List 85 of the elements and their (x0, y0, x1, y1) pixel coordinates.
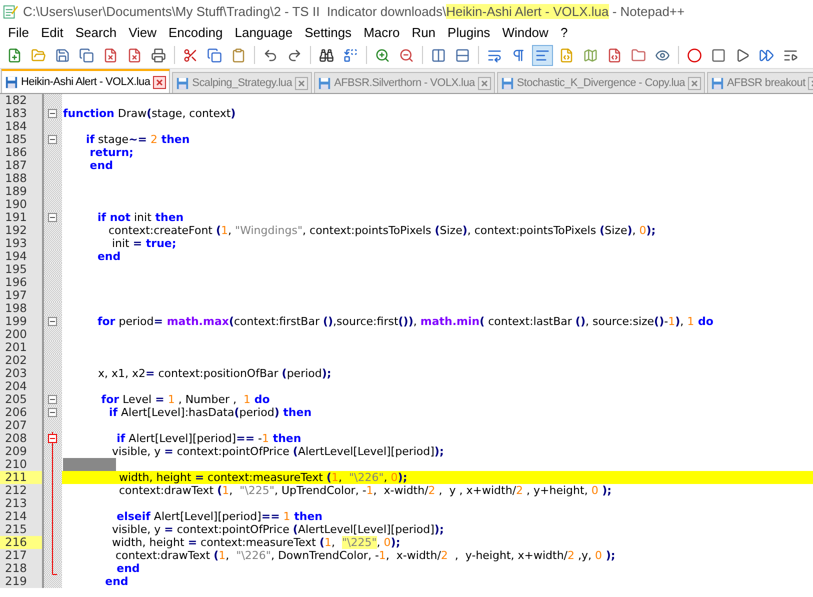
line-number: 204 (0, 380, 42, 393)
line-number: 196 (0, 276, 42, 289)
menu-item[interactable]: Language (228, 24, 299, 40)
menu-item[interactable]: Window (496, 24, 554, 40)
line-number: 214 (0, 510, 42, 523)
line-number: 207 (0, 419, 42, 432)
fold-margin (42, 341, 62, 354)
line-number: 199 (0, 315, 42, 328)
line-number: 215 (0, 523, 42, 536)
line-number: 216 (0, 536, 42, 549)
line-number: 192 (0, 224, 42, 237)
menu-item[interactable]: View (122, 24, 163, 40)
line-number: 203 (0, 367, 42, 380)
menu-item[interactable]: Macro (358, 24, 406, 40)
fold-margin (42, 354, 62, 367)
line-number: 212 (0, 484, 42, 497)
floppy-icon (176, 76, 190, 90)
fold-margin (42, 172, 62, 185)
menu-item[interactable]: Run (406, 24, 442, 40)
line-number: 213 (0, 497, 42, 510)
menu-item[interactable]: Settings (298, 24, 358, 40)
fold-margin (42, 263, 62, 276)
fold-margin (42, 237, 62, 250)
line-number: 184 (0, 120, 42, 133)
fold-toggle[interactable] (48, 434, 57, 443)
fold-margin (42, 250, 62, 263)
file-tab[interactable]: Stochastic_K_Divergence - Copy.lua (496, 72, 705, 93)
line-number: 198 (0, 302, 42, 315)
line-number: 183 (0, 107, 42, 120)
menu-item[interactable]: ? (554, 24, 574, 40)
line-number: 189 (0, 185, 42, 198)
line-number: 190 (0, 198, 42, 211)
floppy-icon (500, 76, 514, 90)
line-number: 218 (0, 562, 42, 575)
fold-margin (42, 159, 62, 172)
line-number: 210 (0, 458, 42, 471)
close-tab-button[interactable] (295, 76, 308, 90)
fold-toggle[interactable] (48, 109, 57, 118)
file-tab[interactable]: AFBSR.Silverthorn - VOLX.lua (314, 72, 495, 93)
file-tab[interactable]: Scalping_Strategy.lua (172, 72, 312, 93)
fold-toggle[interactable] (48, 213, 57, 222)
indent-guide-icon[interactable] (532, 44, 553, 66)
line-number: 205 (0, 393, 42, 406)
fold-toggle[interactable] (48, 395, 57, 404)
fold-toggle[interactable] (48, 317, 57, 326)
line-number: 194 (0, 250, 42, 263)
line-number: 201 (0, 341, 42, 354)
line-number: 208 (0, 432, 42, 445)
line-number: 202 (0, 354, 42, 367)
close-tab-button[interactable] (153, 76, 166, 88)
line-number: 200 (0, 328, 42, 341)
window-title: C:\Users\user\Documents\My Stuff\Trading\2 - TS II Indicator downloads\Heikin-Ashi Alert - VOLX.lua - Notepad++ (23, 4, 685, 18)
fold-toggle[interactable] (48, 408, 57, 417)
menu-item[interactable]: File (2, 24, 35, 40)
fold-margin (42, 367, 62, 380)
close-tab-button[interactable] (478, 76, 491, 90)
fold-margin (42, 276, 62, 289)
line-number: 217 (0, 549, 42, 562)
file-tab[interactable]: Heikin-Ashi Alert - VOLX.lua (1, 69, 170, 93)
line-number: 186 (0, 146, 42, 159)
line-number: 209 (0, 445, 42, 458)
line-number: 195 (0, 263, 42, 276)
line-number: 187 (0, 159, 42, 172)
fold-margin (42, 289, 62, 302)
line-number: 193 (0, 237, 42, 250)
floppy-icon (318, 76, 332, 90)
fold-margin (42, 185, 62, 198)
menu-item[interactable]: Encoding (162, 24, 229, 40)
notepad-icon (3, 4, 18, 18)
line-number: 182 (0, 94, 42, 107)
line-number: 219 (0, 575, 42, 588)
menu-item[interactable]: Plugins (442, 24, 496, 40)
line-number: 206 (0, 406, 42, 419)
floppy-icon (5, 76, 18, 88)
line-number: 191 (0, 211, 42, 224)
menu-item[interactable]: Search (69, 24, 123, 40)
file-tab[interactable]: AFBSR breakout (706, 72, 813, 93)
line-number: 197 (0, 289, 42, 302)
floppy-icon (710, 76, 724, 90)
line-number: 185 (0, 133, 42, 146)
line-number: 211 (0, 471, 42, 484)
menu-item[interactable]: Edit (34, 24, 70, 40)
fold-toggle[interactable] (48, 135, 57, 144)
close-tab-button[interactable] (688, 76, 701, 90)
line-number: 188 (0, 172, 42, 185)
